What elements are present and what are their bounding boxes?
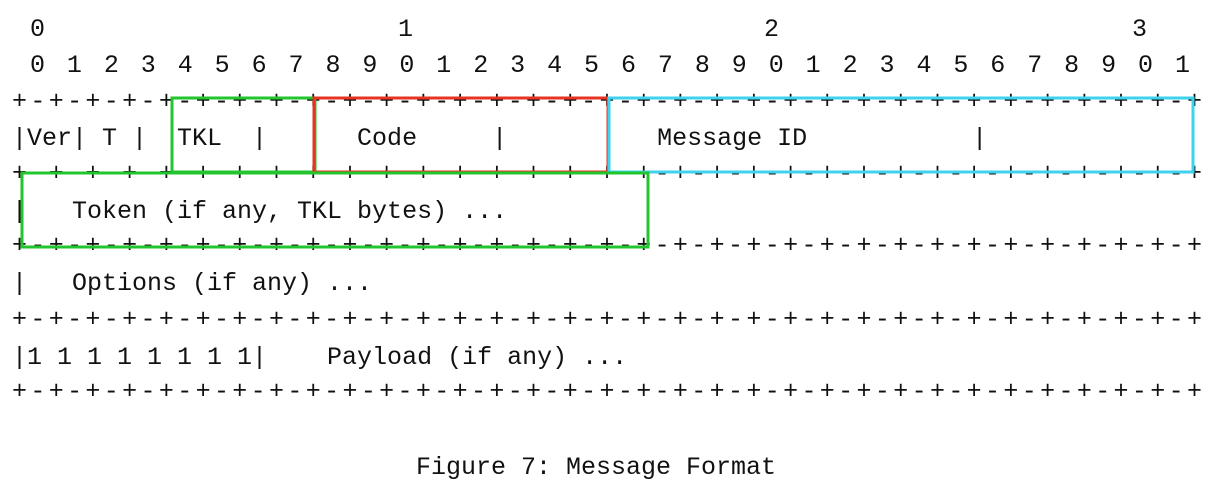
message-format-diagram: 0 1 2 3 0 1 2 3 4 5 6 7 8 9 0 1 2 3 4 5 … (12, 15, 1202, 482)
payload-row: |1 1 1 1 1 1 1 1| Payload (if any) ... (12, 343, 627, 372)
separator-line-4: +-+-+-+-+-+-+-+-+-+-+-+-+-+-+-+-+-+-+-+-… (12, 305, 1202, 334)
bit-ruler-tens-3: 3 (1132, 15, 1147, 44)
bit-ruler-tens-1: 1 (398, 15, 413, 44)
separator-line-5: +-+-+-+-+-+-+-+-+-+-+-+-+-+-+-+-+-+-+-+-… (12, 377, 1202, 406)
bit-ruler-units: 0 1 2 3 4 5 6 7 8 9 0 1 2 3 4 5 6 7 8 9 … (30, 51, 1190, 80)
bit-ruler-tens-2: 2 (764, 15, 779, 44)
token-row: | Token (if any, TKL bytes) ... (12, 197, 507, 226)
figure-caption: Figure 7: Message Format (416, 453, 776, 482)
header-row: |Ver| T | TKL | Code | Message ID | (12, 124, 987, 153)
options-row: | Options (if any) ... (12, 269, 372, 298)
bit-ruler-tens-0: 0 (30, 15, 45, 44)
